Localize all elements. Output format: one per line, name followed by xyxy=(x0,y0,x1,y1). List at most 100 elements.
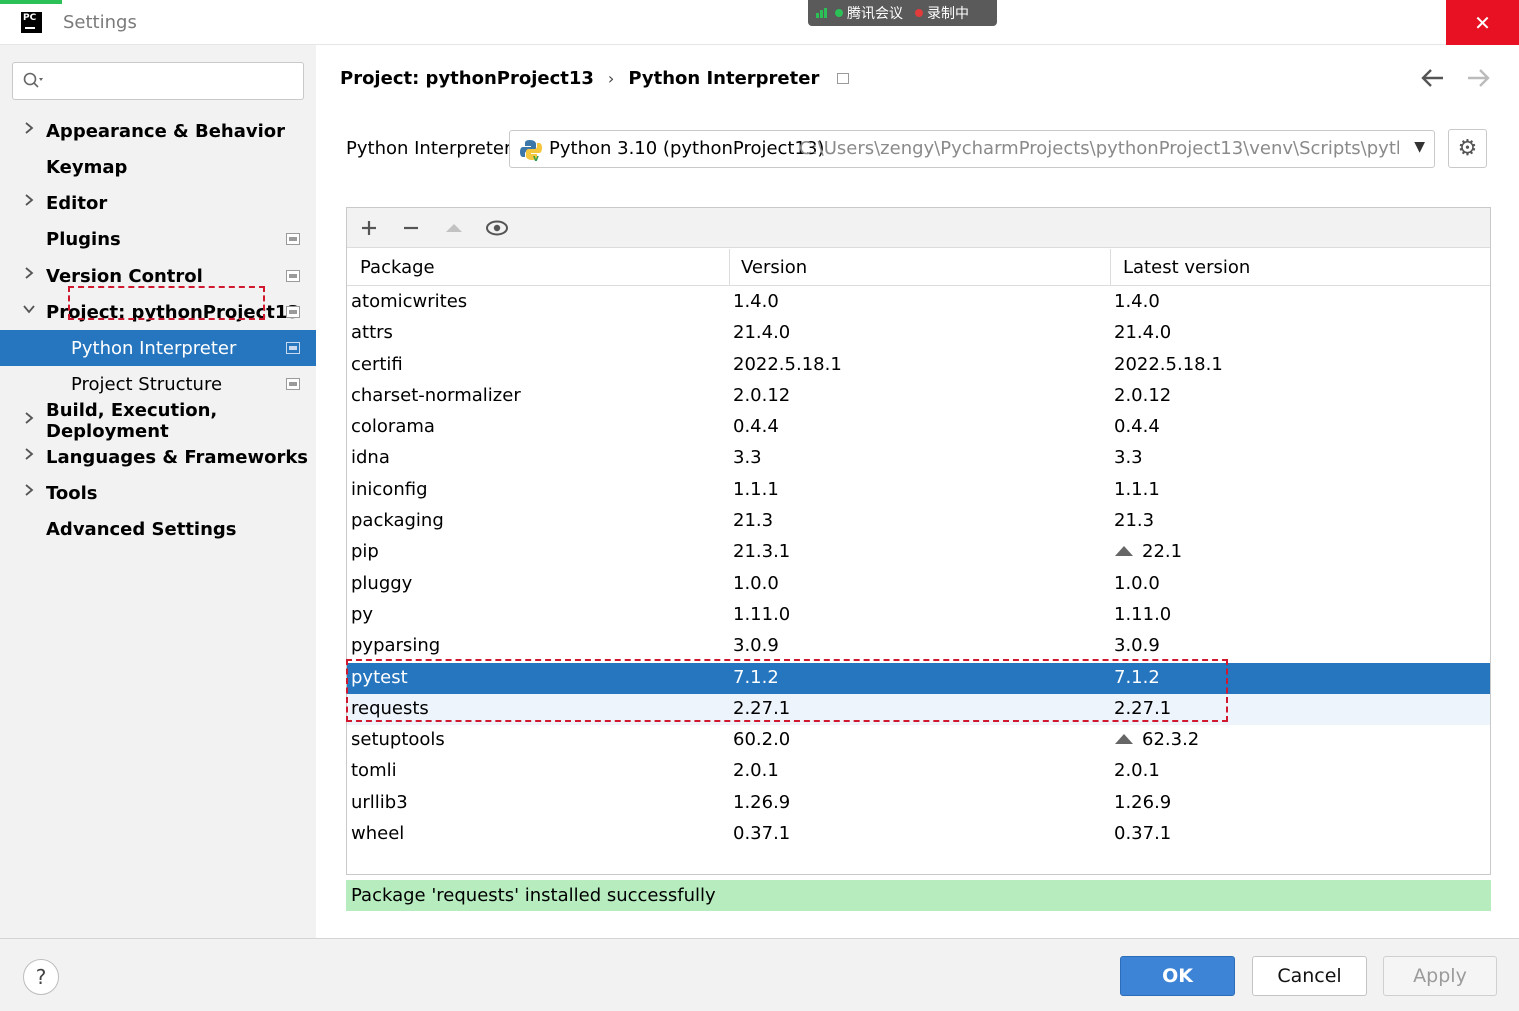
package-version-cell: 3.0.9 xyxy=(733,635,779,657)
table-row[interactable]: charset-normalizer 2.0.12 2.0.12 xyxy=(347,381,1490,412)
sidebar-item-label: Plugins xyxy=(46,228,121,250)
forward-arrow-icon[interactable] xyxy=(1465,66,1491,94)
table-row[interactable]: wheel 0.37.1 0.37.1 xyxy=(347,819,1490,850)
latest-version-text: 1.11.0 xyxy=(1114,603,1172,625)
package-name-cell: colorama xyxy=(351,416,435,438)
chevron-right-icon[interactable] xyxy=(22,193,36,211)
latest-version-text: 21.4.0 xyxy=(1114,322,1172,344)
package-name-cell: iniconfig xyxy=(351,478,428,500)
project-scope-icon xyxy=(286,306,300,318)
sidebar-item-build-execution-deployment[interactable]: Build, Execution, Deployment xyxy=(0,400,316,442)
sidebar-item-label: Advanced Settings xyxy=(46,518,237,540)
table-row[interactable]: colorama 0.4.4 0.4.4 xyxy=(347,412,1490,443)
package-name-cell: setuptools xyxy=(351,729,445,751)
sidebar-item-label: Project Structure xyxy=(71,373,223,395)
package-name-cell: pip xyxy=(351,541,379,563)
package-version-cell: 0.4.4 xyxy=(733,416,779,438)
table-row[interactable]: setuptools 60.2.0 62.3.2 xyxy=(347,725,1490,756)
sidebar-item-plugins[interactable]: Plugins xyxy=(0,221,316,257)
annotation-highlight-rows xyxy=(346,659,1228,722)
add-package-button[interactable] xyxy=(355,214,383,242)
table-row[interactable]: pyparsing 3.0.9 3.0.9 xyxy=(347,631,1490,662)
latest-version-text: 2022.5.18.1 xyxy=(1114,353,1223,375)
package-name-cell: attrs xyxy=(351,322,393,344)
pycharm-logo-icon: PC xyxy=(21,12,42,33)
column-header-package[interactable]: Package xyxy=(360,257,435,278)
sidebar-item-label: Tools xyxy=(46,482,98,504)
upgrade-available-icon[interactable] xyxy=(1114,733,1134,749)
meeting-app-name: 腾讯会议 xyxy=(847,6,903,22)
package-latest-version-cell: 21.3 xyxy=(1114,510,1154,531)
sidebar-item-tools[interactable]: Tools xyxy=(0,475,316,511)
package-latest-version-cell: 1.4.0 xyxy=(1114,291,1160,312)
interpreter-select[interactable]: v Python 3.10 (pythonProject13) C:\Users… xyxy=(509,130,1435,168)
meeting-recording-badge[interactable]: 腾讯会议 录制中 xyxy=(808,0,997,26)
package-name-cell: idna xyxy=(351,447,390,469)
column-header-version[interactable]: Version xyxy=(741,257,807,278)
table-row[interactable]: packaging 21.3 21.3 xyxy=(347,506,1490,537)
project-scope-icon xyxy=(286,233,300,245)
table-row[interactable]: urllib3 1.26.9 1.26.9 xyxy=(347,788,1490,819)
chevron-right-icon[interactable] xyxy=(22,121,36,139)
close-button[interactable]: ✕ xyxy=(1446,0,1519,45)
chevron-right-icon[interactable] xyxy=(22,483,36,501)
package-name-cell: py xyxy=(351,603,374,625)
title-bar: PC Settings 腾讯会议 录制中 ✕ xyxy=(0,0,1519,45)
table-row[interactable]: atomicwrites 1.4.0 1.4.0 xyxy=(347,287,1490,318)
sidebar-item-keymap[interactable]: Keymap xyxy=(0,149,316,185)
package-version-cell: 21.3.1 xyxy=(733,541,791,563)
cancel-button[interactable]: Cancel xyxy=(1252,956,1367,996)
breadcrumb-separator: › xyxy=(607,69,615,88)
sidebar-item-advanced-settings[interactable]: Advanced Settings xyxy=(0,511,316,547)
packages-table-header: Package Version Latest version xyxy=(347,249,1490,286)
sidebar-item-project-structure[interactable]: Project Structure xyxy=(0,366,316,402)
table-row[interactable]: attrs 21.4.0 21.4.0 xyxy=(347,318,1490,349)
ok-button[interactable]: OK xyxy=(1120,956,1235,996)
package-latest-version-cell: 0.4.4 xyxy=(1114,416,1160,437)
sidebar-item-python-interpreter[interactable]: Python Interpreter xyxy=(0,330,316,366)
help-button[interactable]: ? xyxy=(23,959,59,995)
upgrade-available-icon[interactable] xyxy=(1114,545,1134,561)
table-row[interactable]: tomli 2.0.1 2.0.1 xyxy=(347,756,1490,787)
svg-text:v: v xyxy=(533,154,539,162)
package-version-cell: 2.0.12 xyxy=(733,384,791,406)
latest-version-text: 1.1.1 xyxy=(1114,478,1160,500)
table-row[interactable]: iniconfig 1.1.1 1.1.1 xyxy=(347,475,1490,506)
breadcrumb-parent[interactable]: Project: pythonProject13 xyxy=(340,68,594,89)
breadcrumb-current: Python Interpreter xyxy=(628,68,820,89)
chevron-right-icon[interactable] xyxy=(22,266,36,284)
table-row[interactable]: idna 3.3 3.3 xyxy=(347,443,1490,474)
latest-version-text: 2.0.12 xyxy=(1114,384,1172,406)
gear-icon[interactable]: ⚙ xyxy=(1448,129,1487,168)
table-row[interactable]: certifi 2022.5.18.1 2022.5.18.1 xyxy=(347,350,1490,381)
back-arrow-icon[interactable] xyxy=(1420,66,1446,94)
package-latest-version-cell: 21.4.0 xyxy=(1114,322,1171,343)
show-early-releases-eye-icon[interactable] xyxy=(483,214,511,242)
chevron-down-icon[interactable] xyxy=(22,302,36,320)
latest-version-text: 1.26.9 xyxy=(1114,791,1172,813)
settings-search-input[interactable] xyxy=(12,62,304,100)
package-latest-version-cell: 22.1 xyxy=(1114,541,1182,562)
upgrade-package-button[interactable] xyxy=(440,214,468,242)
chevron-right-icon[interactable] xyxy=(22,447,36,465)
sidebar-item-languages-frameworks[interactable]: Languages & Frameworks xyxy=(0,439,316,475)
package-latest-version-cell: 2022.5.18.1 xyxy=(1114,354,1223,375)
package-version-cell: 1.1.1 xyxy=(733,478,779,500)
package-name-cell: urllib3 xyxy=(351,791,408,813)
package-version-cell: 2.0.1 xyxy=(733,760,779,782)
interpreter-label: Python Interpreter: xyxy=(346,138,518,159)
sidebar-item-appearance-behavior[interactable]: Appearance & Behavior xyxy=(0,113,316,149)
sidebar-item-editor[interactable]: Editor xyxy=(0,185,316,221)
table-row[interactable]: pluggy 1.0.0 1.0.0 xyxy=(347,569,1490,600)
breadcrumb: Project: pythonProject13 › Python Interp… xyxy=(340,68,850,89)
remove-package-button[interactable] xyxy=(397,214,425,242)
table-row[interactable]: pip 21.3.1 22.1 xyxy=(347,537,1490,568)
help-icon: ? xyxy=(35,965,47,989)
package-version-cell: 1.26.9 xyxy=(733,791,791,813)
table-row[interactable]: py 1.11.0 1.11.0 xyxy=(347,600,1490,631)
package-latest-version-cell: 1.1.1 xyxy=(1114,479,1160,500)
chevron-right-icon[interactable] xyxy=(22,411,36,429)
packages-table-body: atomicwrites 1.4.0 1.4.0 attrs 21.4.0 21.4.0 c… xyxy=(347,287,1490,850)
apply-button[interactable]: Apply xyxy=(1383,956,1497,996)
column-header-latest-version[interactable]: Latest version xyxy=(1123,257,1250,278)
